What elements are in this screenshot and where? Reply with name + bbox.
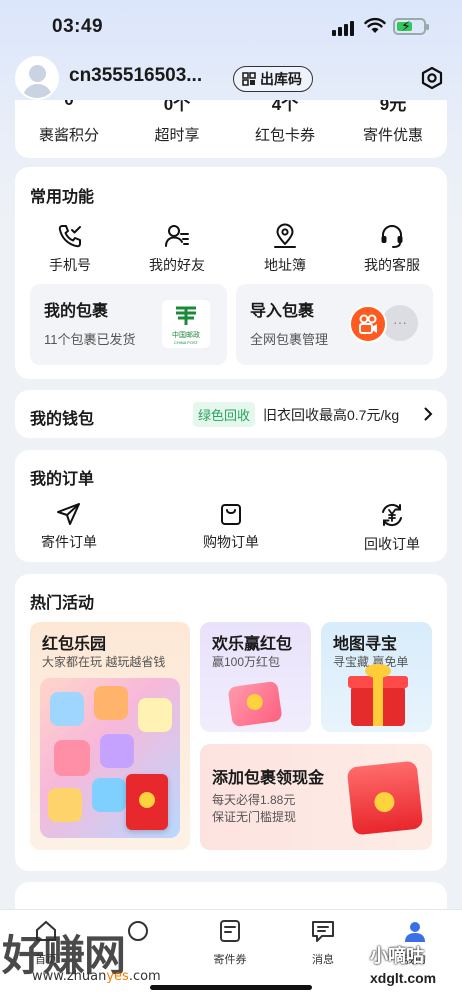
func-friends[interactable]: 我的好友 [132, 223, 222, 275]
gift-box-icon [227, 680, 283, 728]
user-avatar-icon[interactable] [15, 56, 59, 100]
import-packages-title: 导入包裹 [250, 303, 315, 320]
green-recycle-tag: 绿色回收 [193, 402, 256, 427]
func-label: 我的好友 [149, 257, 205, 273]
func-customer-service[interactable]: 我的客服 [347, 223, 437, 275]
cellular-signal-icon [332, 21, 354, 36]
outbound-code-label: 出库码 [260, 71, 302, 87]
order-shipping[interactable]: 寄件订单 [24, 502, 114, 552]
headset-icon [381, 225, 403, 248]
watermark-right: 小嘀咕 [370, 946, 424, 966]
stat-value: 0个 [163, 100, 191, 114]
china-post-logo-text-en: CHINA POST [173, 340, 199, 345]
charging-bolt-icon: ⚡ [401, 18, 411, 34]
wallet-promo-text: 旧衣回收最高0.7元/kg [263, 407, 400, 423]
china-post-logo: 中国邮政 CHINA POST [162, 300, 210, 348]
grid-code-icon [242, 72, 256, 86]
section-title: 常用功能 [30, 189, 95, 206]
func-phone[interactable]: 手机号 [25, 223, 115, 275]
activity-title: 添加包裹领现金 [212, 770, 325, 787]
my-packages-subtitle: 11个包裹已发货 [44, 332, 136, 347]
import-packages-card[interactable]: 导入包裹 全网包裹管理 ··· [236, 284, 433, 365]
profile-header: cn355516503... 出库码 [0, 56, 462, 100]
send-plane-icon [57, 503, 80, 525]
stat-label: 寄件优惠 [362, 127, 423, 144]
stats-card: 0 裹酱积分 0个 超时享 4个 红包卡券 9元 寄件优惠 [15, 100, 447, 158]
func-label: 我的客服 [364, 257, 420, 273]
china-post-logo-text: 中国邮政 [172, 332, 200, 339]
watermark-right-url: xdglt.com [370, 970, 437, 986]
coupon-icon [220, 920, 240, 942]
home-indicator [150, 985, 312, 990]
watermark-url-mid: yes [106, 969, 129, 984]
watermark-url-prefix: www.zhuan [32, 969, 107, 984]
profile-icon [405, 922, 425, 942]
activity-title: 地图寻宝 [333, 636, 398, 653]
red-envelope-cash-icon [346, 760, 424, 836]
my-packages-title: 我的包裹 [44, 303, 109, 320]
watermark-url: www.zhuanyes.com [32, 969, 161, 984]
more-circle-icon: ··· [382, 305, 418, 341]
wifi-icon [364, 17, 386, 33]
activity-redpacket-park[interactable]: 红包乐园 大家都在玩 越玩越省钱 [30, 622, 190, 850]
func-label: 地址簿 [264, 257, 306, 273]
status-time: 03:49 [52, 16, 104, 37]
tab-messages[interactable]: 消息 [277, 918, 369, 967]
activity-map-treasure[interactable]: 地图寻宝 寻宝藏 赢免单 [321, 622, 432, 732]
activity-subtitle: 每天必得1.88元 [212, 793, 296, 807]
section-title: 我的订单 [30, 471, 95, 488]
stat-label: 超时享 [154, 127, 200, 144]
phone-check-icon [58, 225, 81, 248]
import-packages-subtitle: 全网包裹管理 [250, 332, 329, 347]
order-recycle[interactable]: 回收订单 [347, 502, 437, 554]
activity-add-package-cash[interactable]: 添加包裹领现金 每天必得1.88元 保证无门槛提现 [200, 744, 432, 850]
kuaishou-app-icon [349, 305, 387, 343]
activity-subtitle: 大家都在玩 越玩越省钱 [42, 655, 166, 669]
outbound-code-button[interactable]: 出库码 [233, 66, 313, 92]
func-address-book[interactable]: 地址簿 [240, 223, 330, 275]
tab-coupons[interactable]: 寄件券 [184, 918, 276, 967]
stat-value: 9元 [379, 100, 407, 114]
hexagon-settings-icon[interactable] [420, 66, 444, 90]
message-icon [312, 921, 334, 942]
order-label: 寄件订单 [41, 534, 97, 550]
order-shopping[interactable]: 购物订单 [186, 502, 276, 552]
stat-label: 红包卡券 [254, 127, 315, 144]
activity-title: 欢乐赢红包 [212, 636, 293, 653]
box-icon [128, 921, 148, 941]
tab-label: 消息 [312, 954, 334, 966]
username: cn355516503... [69, 65, 203, 86]
recycle-yuan-icon [382, 503, 402, 527]
more-dots: ··· [393, 314, 407, 330]
game-icons-illustration [40, 678, 180, 838]
shopping-bag-icon [221, 504, 241, 525]
wallet-title: 我的钱包 [30, 411, 95, 428]
stat-value: 0 [15, 100, 123, 110]
section-title: 热门活动 [30, 595, 95, 612]
red-envelope-icon [126, 774, 168, 830]
order-label: 回收订单 [364, 536, 420, 552]
friends-icon [165, 225, 189, 247]
hot-activities-card: 热门活动 红包乐园 大家都在玩 越玩越省钱 欢乐赢红包 赢100万红包 地图寻宝… [15, 574, 447, 871]
location-pin-icon [274, 223, 296, 248]
status-bar: 03:49 ⚡ [0, 0, 462, 52]
activity-subtitle-2: 保证无门槛提现 [212, 810, 297, 824]
common-functions-card: 常用功能 手机号 我的好友 地址簿 我的客服 我的包裹 11个包裹已发货 中国邮… [15, 167, 447, 379]
activity-subtitle: 赢100万红包 [212, 655, 281, 669]
tab-label: 寄件券 [213, 954, 247, 966]
treasure-gift-icon [348, 664, 408, 726]
stat-label: 裹酱积分 [38, 127, 99, 144]
wallet-card[interactable]: 我的钱包 绿色回收 旧衣回收最高0.7元/kg [15, 390, 447, 438]
activity-title: 红包乐园 [42, 636, 107, 653]
orders-card: 我的订单 寄件订单 购物订单 回收订单 [15, 450, 447, 562]
func-label: 手机号 [49, 257, 91, 273]
watermark-url-suffix: .com [128, 969, 161, 984]
stat-value: 4个 [271, 100, 299, 114]
chevron-right-icon [424, 407, 433, 421]
my-packages-card[interactable]: 我的包裹 11个包裹已发货 中国邮政 CHINA POST [30, 284, 227, 365]
activity-happy-redpacket[interactable]: 欢乐赢红包 赢100万红包 [200, 622, 311, 732]
order-label: 购物订单 [203, 534, 259, 550]
